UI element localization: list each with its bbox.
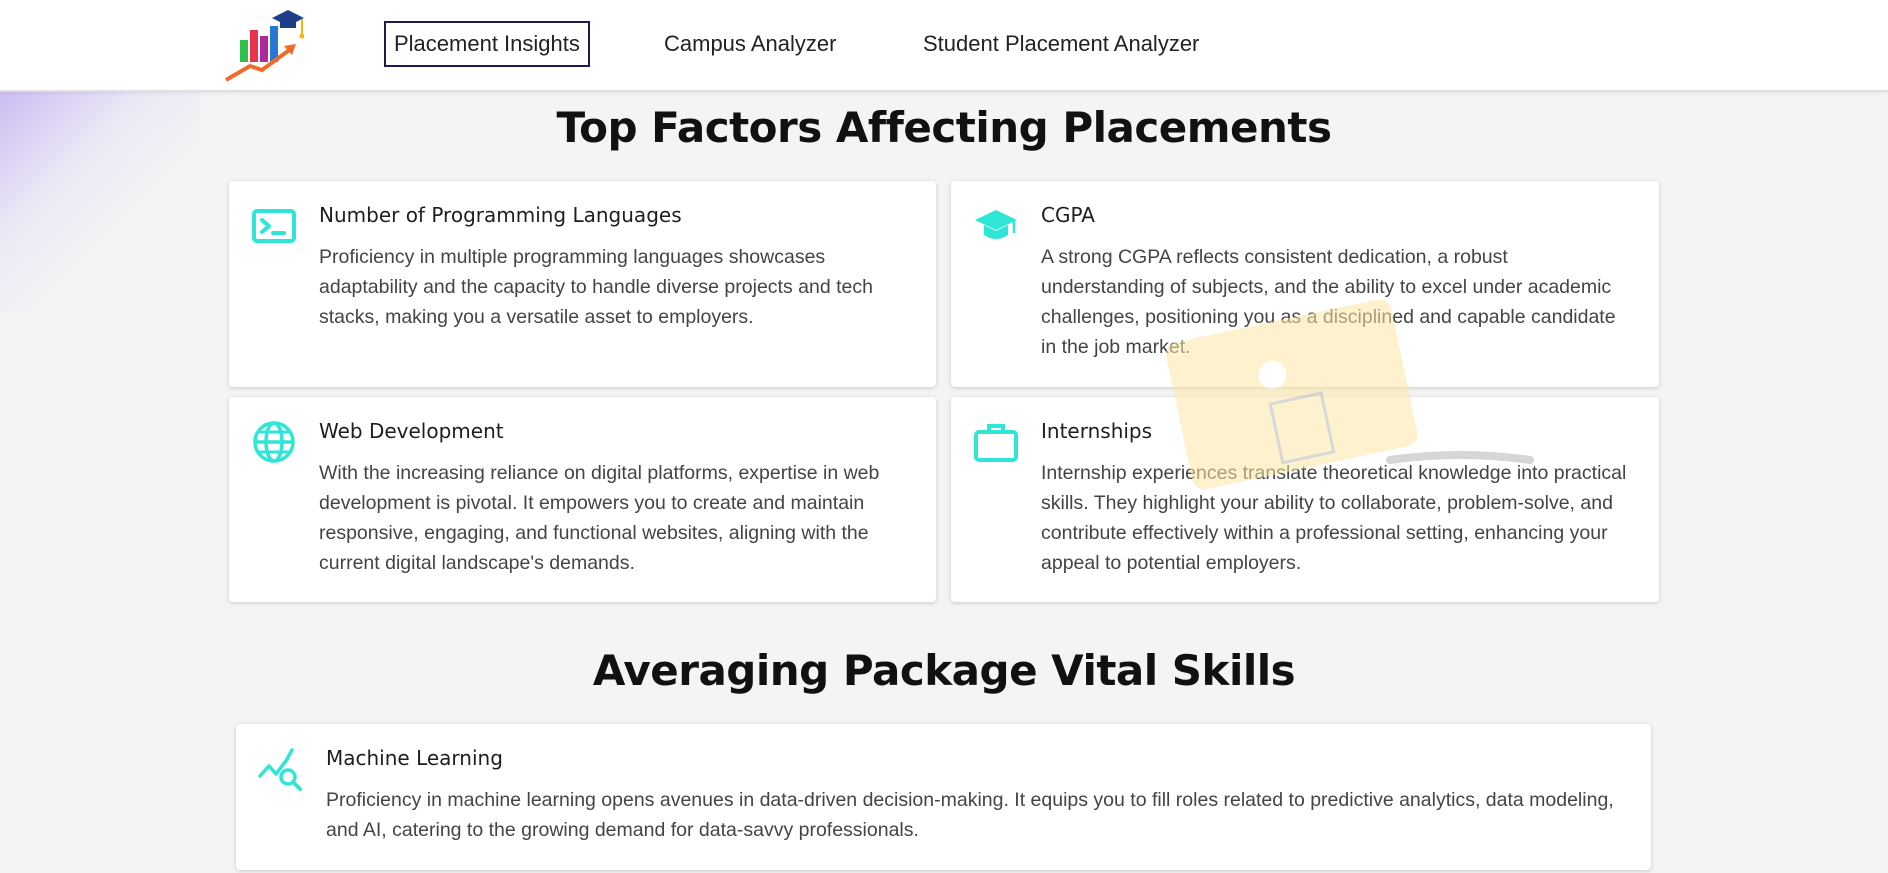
globe-icon xyxy=(253,421,295,463)
card-title: CGPA xyxy=(1041,203,1095,227)
factors-section-title: Top Factors Affecting Placements xyxy=(556,103,1332,152)
placement-chart-logo[interactable] xyxy=(222,8,304,82)
card-title: Number of Programming Languages xyxy=(319,203,682,227)
factor-card-programming-languages: Number of Programming Languages Proficie… xyxy=(229,181,936,387)
factor-card-web-development: Web Development With the increasing reli… xyxy=(229,397,936,602)
factor-card-cgpa: CGPA A strong CGPA reflects consistent d… xyxy=(951,181,1659,387)
factor-card-internships: Internships Internship experiences trans… xyxy=(951,397,1659,602)
terminal-icon xyxy=(252,209,296,243)
skill-card-machine-learning: Machine Learning Proficiency in machine … xyxy=(236,724,1651,870)
briefcase-icon xyxy=(974,424,1018,462)
card-description: Proficiency in multiple programming lang… xyxy=(319,246,873,328)
nav-placement-insights[interactable]: Placement Insights xyxy=(384,21,590,67)
graduation-cap-icon xyxy=(975,210,1017,239)
card-description: Proficiency in machine learning opens av… xyxy=(326,789,1614,841)
card-title: Machine Learning xyxy=(326,746,503,770)
nav-student-placement-analyzer[interactable]: Student Placement Analyzer xyxy=(915,21,1207,67)
card-description: Internship experiences translate theoret… xyxy=(1041,462,1627,574)
card-description: With the increasing reliance on digital … xyxy=(319,462,880,574)
card-description: A strong CGPA reflects consistent dedica… xyxy=(1041,246,1616,358)
card-title: Web Development xyxy=(319,419,504,443)
card-title: Internships xyxy=(1041,419,1153,443)
skills-section-title: Averaging Package Vital Skills xyxy=(592,646,1296,695)
chart-search-icon xyxy=(258,748,302,791)
top-navbar: Placement Insights Campus Analyzer Stude… xyxy=(0,0,1888,90)
nav-campus-analyzer[interactable]: Campus Analyzer xyxy=(656,21,844,67)
